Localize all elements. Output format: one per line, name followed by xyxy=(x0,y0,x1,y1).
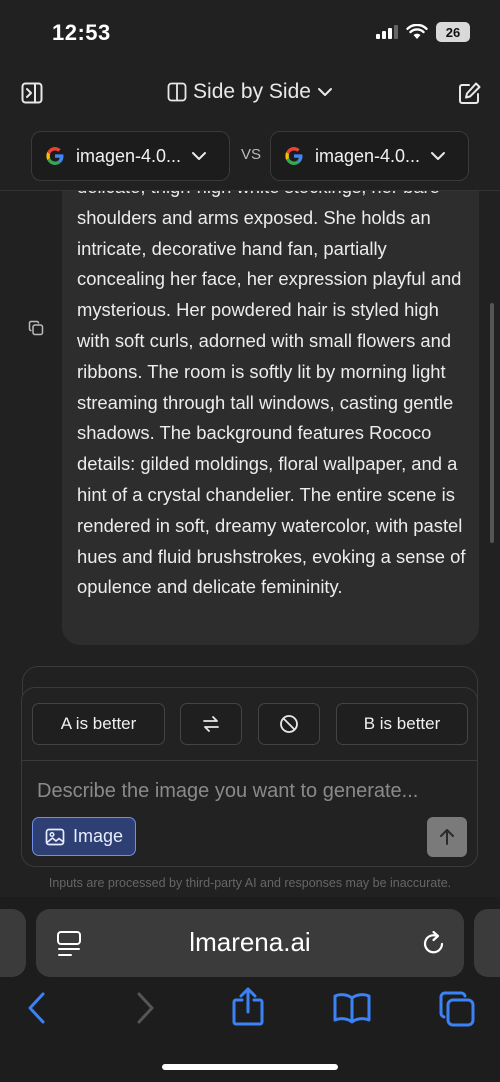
prompt-input[interactable] xyxy=(37,775,467,807)
model-a-select[interactable]: imagen-4.0... xyxy=(31,131,230,181)
tie-button[interactable] xyxy=(180,703,242,745)
previous-tab-peek[interactable] xyxy=(0,909,26,977)
back-icon[interactable] xyxy=(24,990,50,1026)
tabs-icon[interactable] xyxy=(438,990,476,1028)
google-logo-icon xyxy=(285,147,303,165)
reload-icon[interactable] xyxy=(421,929,447,957)
image-mode-button[interactable]: Image xyxy=(32,817,136,856)
header-divider xyxy=(0,190,500,191)
wifi-icon xyxy=(406,24,428,39)
chevron-down-icon xyxy=(431,152,446,160)
signal-icon xyxy=(376,25,398,39)
model-a-label: imagen-4.0... xyxy=(76,145,182,166)
view-mode-dropdown[interactable]: Side by Side xyxy=(0,80,500,104)
copy-icon[interactable] xyxy=(28,320,44,336)
prompt-text: delicate, thigh-high white stockings, he… xyxy=(77,191,466,598)
chevron-down-icon xyxy=(317,88,332,96)
bookmarks-icon[interactable] xyxy=(332,992,372,1024)
model-b-label: imagen-4.0... xyxy=(315,145,421,166)
battery-icon: 26 xyxy=(436,22,470,42)
b-is-better-button[interactable]: B is better xyxy=(336,703,468,745)
new-chat-icon[interactable] xyxy=(458,81,482,105)
chevron-down-icon xyxy=(192,152,207,160)
status-time: 12:53 xyxy=(52,20,111,45)
image-icon xyxy=(45,828,65,845)
url-text[interactable]: lmarena.ai xyxy=(36,927,464,958)
a-is-better-button[interactable]: A is better xyxy=(32,703,165,745)
status-icons: 26 xyxy=(376,22,470,42)
columns-icon xyxy=(167,82,187,102)
prompt-bubble: delicate, thigh-high white stockings, he… xyxy=(62,191,479,645)
panel-divider xyxy=(22,760,477,761)
scrollbar[interactable] xyxy=(490,303,494,543)
google-logo-icon xyxy=(46,147,64,165)
home-indicator xyxy=(162,1064,338,1070)
share-icon[interactable] xyxy=(230,986,266,1028)
swap-arrows-icon xyxy=(203,716,219,732)
vs-label: VS xyxy=(241,146,262,163)
view-mode-label: Side by Side xyxy=(193,80,311,103)
both-bad-button[interactable] xyxy=(258,703,320,745)
forward-icon[interactable] xyxy=(132,990,158,1026)
send-button[interactable] xyxy=(427,817,467,857)
next-tab-peek[interactable] xyxy=(474,909,500,977)
prohibited-icon xyxy=(280,715,298,733)
model-b-select[interactable]: imagen-4.0... xyxy=(270,131,469,181)
arrow-up-icon xyxy=(440,829,454,845)
disclaimer-text: Inputs are processed by third-party AI a… xyxy=(48,876,452,890)
